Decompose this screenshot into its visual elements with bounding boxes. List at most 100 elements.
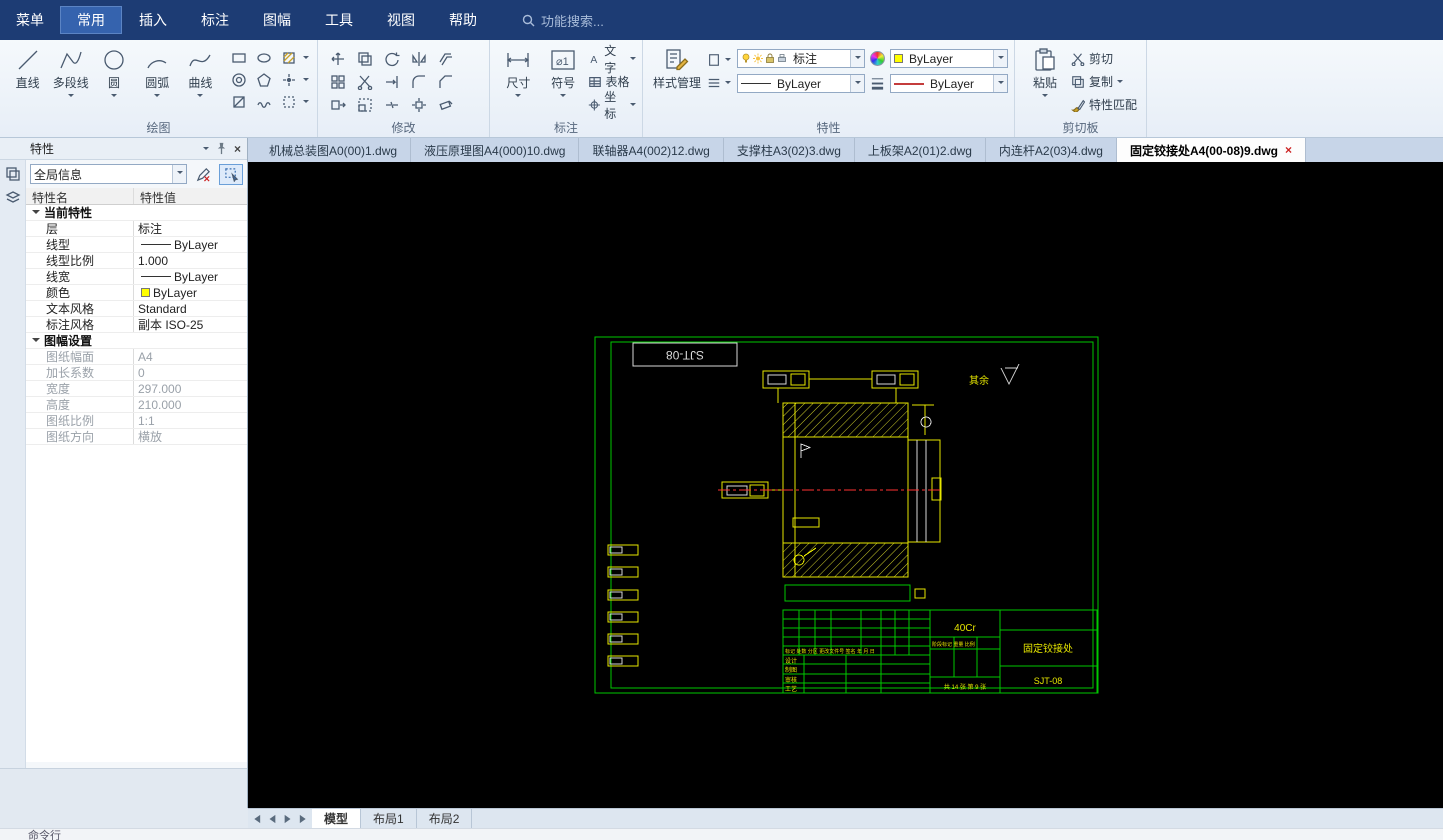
dropdown-arrow-icon [1042, 94, 1048, 100]
edit-style-button[interactable] [191, 164, 215, 185]
ribbon-tab-insert[interactable]: 插入 [122, 6, 184, 34]
menu-button[interactable]: 菜单 [0, 6, 60, 34]
layout-tab-2[interactable]: 布局2 [417, 809, 473, 828]
copy-icon[interactable] [357, 51, 373, 67]
close-tab-icon[interactable]: × [1285, 143, 1292, 157]
ribbon-tab-help[interactable]: 帮助 [432, 6, 494, 34]
break-icon[interactable] [384, 97, 400, 113]
lineweight-dropdown-button[interactable] [993, 75, 1007, 92]
function-search[interactable]: 功能搜索... [522, 11, 604, 30]
lineweight-select[interactable]: ByLayer [890, 74, 1008, 93]
command-line-strip[interactable]: 命令行 [0, 828, 1443, 840]
dropdown-arrow-icon [725, 80, 731, 87]
doc-tab-3[interactable]: 联轴器A4(002)12.dwg [579, 138, 724, 162]
dropdown-arrow-icon[interactable] [303, 56, 310, 62]
offset-icon[interactable] [438, 51, 454, 67]
doc-tab-4[interactable]: 支撑柱A3(02)3.dwg [724, 138, 855, 162]
layout-tab-1[interactable]: 布局1 [361, 809, 417, 828]
polygon-icon[interactable] [256, 72, 272, 88]
prop-row-lineweight[interactable]: 线宽 ByLayer [26, 269, 247, 285]
layer-dropdown-button[interactable] [850, 50, 864, 67]
ribbon-tab-sheet[interactable]: 图幅 [246, 6, 308, 34]
drawing-canvas[interactable]: SJT-08 其余 40Cr 固定铰接处 SJT-08 共 14 张 第 9 张… [248, 162, 1443, 808]
hatch-icon[interactable] [281, 50, 297, 66]
group-sheet-settings[interactable]: 图幅设置 [26, 333, 247, 349]
polyline-tool-button[interactable]: 多段线 [49, 45, 92, 100]
trim-icon[interactable] [357, 74, 373, 90]
copy-button[interactable]: 复制 [1071, 71, 1137, 92]
layer-select[interactable]: 标注 [737, 49, 865, 68]
dimension-tool-button[interactable]: 尺寸 [496, 45, 541, 100]
doc-tab-1[interactable]: 机械总装图A0(00)1.dwg [256, 138, 412, 162]
layers-palette-icon[interactable] [5, 190, 21, 206]
panel-menu-icon[interactable] [202, 146, 209, 153]
selection-scope-select[interactable]: 全局信息 [30, 164, 187, 184]
rotate-icon[interactable] [384, 51, 400, 67]
lineweight-icon[interactable] [870, 76, 885, 91]
list-style-button[interactable] [707, 72, 731, 93]
linetype-dropdown-button[interactable] [850, 75, 864, 92]
donut-icon[interactable] [231, 72, 247, 88]
ribbon-tab-annotate[interactable]: 标注 [184, 6, 246, 34]
fillet-icon[interactable] [411, 74, 427, 90]
selection-scope-dropdown[interactable] [172, 165, 186, 183]
pin-icon[interactable] [215, 142, 228, 155]
prop-row-linetype[interactable]: 线型 ByLayer [26, 237, 247, 253]
region-icon[interactable] [231, 94, 247, 110]
text-tool-button[interactable]: A 文字 [588, 44, 636, 75]
extend-icon[interactable] [384, 74, 400, 90]
next-tab-button[interactable] [280, 809, 296, 828]
ribbon-tab-view[interactable]: 视图 [370, 6, 432, 34]
doc-tab-6[interactable]: 内连杆A2(03)4.dwg [986, 138, 1117, 162]
prop-row-linetype-scale[interactable]: 线型比例 1.000 [26, 253, 247, 269]
dropdown-arrow-icon[interactable] [303, 100, 310, 106]
ellipse-icon[interactable] [256, 50, 272, 66]
group-current-properties[interactable]: 当前特性 [26, 205, 247, 221]
properties-palette-icon[interactable] [5, 166, 21, 182]
stretch-icon[interactable] [330, 97, 346, 113]
color-select[interactable]: ByLayer [890, 49, 1008, 68]
scale-icon[interactable] [357, 97, 373, 113]
circle-tool-button[interactable]: 圆 [92, 45, 135, 100]
match-properties-button[interactable]: 特性匹配 [1071, 94, 1137, 115]
chamfer-icon[interactable] [438, 74, 454, 90]
ribbon-tab-home[interactable]: 常用 [60, 6, 122, 34]
prop-row-text-style[interactable]: 文本风格 Standard [26, 301, 247, 317]
doc-tab-5[interactable]: 上板架A2(01)2.dwg [855, 138, 986, 162]
mirror-icon[interactable] [411, 51, 427, 67]
close-icon[interactable]: × [234, 142, 241, 156]
array-icon[interactable] [330, 74, 346, 90]
move-icon[interactable] [330, 51, 346, 67]
last-tab-button[interactable] [296, 809, 312, 828]
prop-row-color[interactable]: 颜色 ByLayer [26, 285, 247, 301]
rectangle-icon[interactable] [231, 50, 247, 66]
symbol-tool-button[interactable]: ⌀1 符号 [541, 45, 586, 100]
prop-row-dim-style[interactable]: 标注风格 副本 ISO-25 [26, 317, 247, 333]
color-dropdown-button[interactable] [993, 50, 1007, 67]
ribbon-tab-tools[interactable]: 工具 [308, 6, 370, 34]
revcloud-icon[interactable] [256, 94, 272, 110]
doc-tab-2[interactable]: 液压原理图A4(000)10.dwg [411, 138, 580, 162]
layout-tab-model[interactable]: 模型 [312, 809, 362, 828]
point-icon[interactable] [281, 72, 297, 88]
explode-icon[interactable] [411, 97, 427, 113]
linetype-select[interactable]: ByLayer [737, 74, 865, 93]
select-objects-button[interactable] [219, 163, 243, 185]
style-filter-button[interactable] [707, 49, 731, 70]
erase-icon[interactable] [438, 97, 454, 113]
doc-tab-active[interactable]: 固定铰接处A4(00-08)9.dwg × [1116, 138, 1307, 162]
dropdown-arrow-icon[interactable] [303, 78, 310, 84]
prev-tab-button[interactable] [264, 809, 280, 828]
panel-resize-area[interactable] [0, 768, 247, 808]
arc-tool-button[interactable]: 圆弧 [136, 45, 179, 100]
paste-button[interactable]: 粘贴 [1021, 45, 1069, 100]
color-wheel-icon[interactable] [870, 51, 885, 66]
wipeout-icon[interactable] [281, 94, 297, 110]
prop-row-layer[interactable]: 层标注 [26, 221, 247, 237]
style-manager-button[interactable]: 样式管理 [649, 45, 705, 91]
line-tool-button[interactable]: 直线 [6, 45, 49, 91]
coordinate-tool-button[interactable]: 坐标 [588, 90, 636, 121]
first-tab-button[interactable] [248, 809, 264, 828]
spline-tool-button[interactable]: 曲线 [179, 45, 222, 100]
cut-button[interactable]: 剪切 [1071, 48, 1137, 69]
